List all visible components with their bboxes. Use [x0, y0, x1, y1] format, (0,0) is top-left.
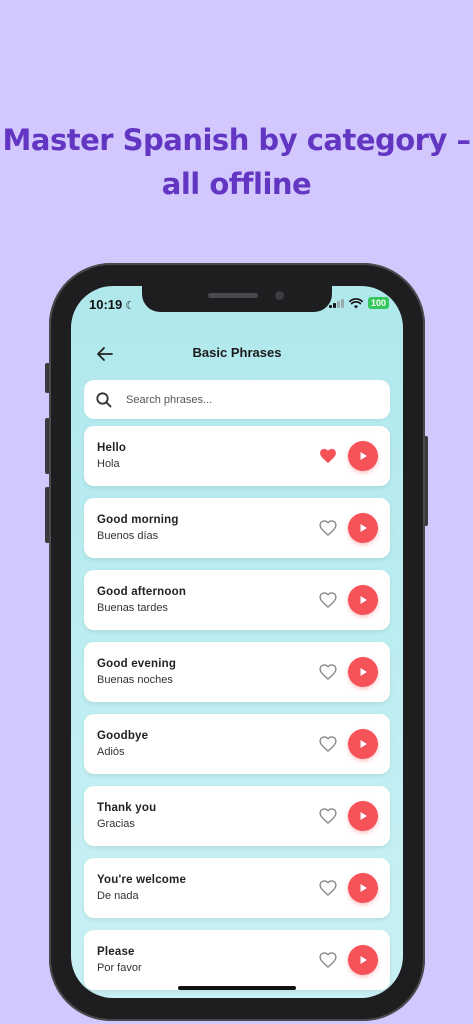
promo-headline: Master Spanish by category – all offline	[0, 118, 473, 206]
play-button[interactable]	[348, 729, 378, 759]
heart-filled-icon[interactable]	[318, 446, 338, 466]
phrase-english: Hello	[97, 442, 127, 454]
phrase-english: Good morning	[97, 514, 179, 526]
phrase-spanish: Hola	[97, 458, 120, 470]
phrase-spanish: Adiós	[97, 746, 125, 758]
phone-screen: 10:19 ☾ 100 Basic Phrases Search phrases…	[71, 286, 403, 998]
heart-outline-icon[interactable]	[318, 590, 338, 610]
play-icon	[360, 812, 367, 820]
wifi-icon	[348, 297, 363, 308]
phrase-spanish: Gracias	[97, 818, 135, 830]
phrase-spanish: Por favor	[97, 962, 142, 974]
play-icon	[360, 524, 367, 532]
play-icon	[360, 668, 367, 676]
search-bar[interactable]	[84, 380, 390, 419]
phrase-card[interactable]: Hello Hola	[84, 426, 390, 486]
phrase-card[interactable]: Good evening Buenas noches	[84, 642, 390, 702]
phrase-spanish: Buenos días	[97, 530, 159, 542]
phrase-card[interactable]: Please Por favor	[84, 930, 390, 990]
app-header: Basic Phrases	[71, 342, 403, 366]
speaker-grille	[208, 293, 258, 298]
phrase-english: Please	[97, 946, 135, 958]
home-indicator[interactable]	[178, 986, 296, 990]
phrase-card[interactable]: Thank you Gracias	[84, 786, 390, 846]
heart-outline-icon[interactable]	[318, 950, 338, 970]
play-button[interactable]	[348, 513, 378, 543]
page-title: Basic Phrases	[192, 345, 282, 360]
status-time: 10:19 ☾	[89, 297, 135, 312]
heart-outline-icon[interactable]	[318, 518, 338, 538]
play-icon	[360, 884, 367, 892]
play-button[interactable]	[348, 801, 378, 831]
phrase-spanish: Buenas tardes	[97, 602, 168, 614]
phrase-english: You're welcome	[97, 874, 187, 886]
phrase-card[interactable]: Goodbye Adiós	[84, 714, 390, 774]
promo-headline-line1: Master Spanish by category –	[2, 123, 471, 157]
status-indicators: 100	[328, 297, 389, 309]
heart-outline-icon[interactable]	[318, 806, 338, 826]
phrase-spanish: Buenas noches	[97, 674, 173, 686]
phone-frame: 10:19 ☾ 100 Basic Phrases Search phrases…	[49, 263, 425, 1021]
phrase-card[interactable]: You're welcome De nada	[84, 858, 390, 918]
phrase-english: Good evening	[97, 658, 177, 670]
phrase-card[interactable]: Good morning Buenos días	[84, 498, 390, 558]
heart-outline-icon[interactable]	[318, 878, 338, 898]
play-button[interactable]	[348, 657, 378, 687]
heart-outline-icon[interactable]	[318, 662, 338, 682]
phrase-english: Thank you	[97, 802, 157, 814]
front-camera	[275, 291, 284, 300]
promo-headline-line2: all offline	[161, 167, 312, 201]
phrase-spanish: De nada	[97, 890, 139, 902]
phrase-card[interactable]: Good afternoon Buenas tardes	[84, 570, 390, 630]
cellular-signal-icon	[328, 298, 344, 308]
heart-outline-icon[interactable]	[318, 734, 338, 754]
search-icon	[96, 391, 112, 407]
battery-icon: 100	[367, 297, 389, 309]
play-icon	[360, 596, 367, 604]
play-button[interactable]	[348, 441, 378, 471]
moon-icon: ☾	[125, 300, 136, 312]
phrase-english: Good afternoon	[97, 586, 187, 598]
play-icon	[360, 956, 367, 964]
play-button[interactable]	[348, 585, 378, 615]
play-button[interactable]	[348, 873, 378, 903]
play-icon	[360, 452, 367, 460]
phrase-english: Goodbye	[97, 730, 149, 742]
search-input[interactable]	[126, 393, 366, 406]
notch	[142, 286, 332, 312]
play-icon	[360, 740, 367, 748]
play-button[interactable]	[348, 945, 378, 975]
status-time-text: 10:19	[89, 297, 123, 312]
